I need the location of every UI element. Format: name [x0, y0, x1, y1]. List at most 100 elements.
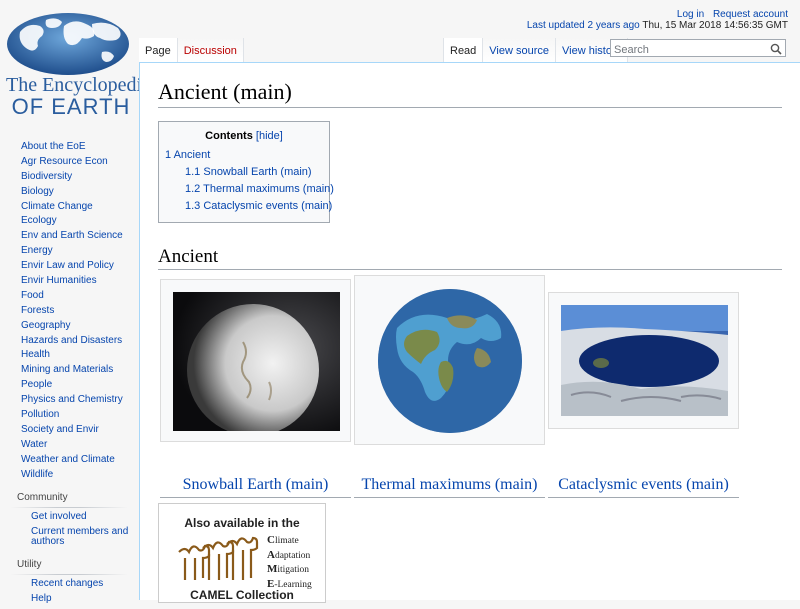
sidebar-link[interactable]: Env and Earth Science	[21, 230, 123, 241]
acronym-line: Adaptation	[267, 549, 312, 564]
sidebar-link[interactable]: Ecology	[21, 215, 57, 226]
sidebar-item[interactable]: Energy	[21, 244, 138, 259]
sidebar-item[interactable]: Weather and Climate	[21, 453, 138, 468]
cataclysmic-events-image[interactable]	[561, 305, 728, 416]
request-account-link[interactable]: Request account	[713, 9, 788, 20]
camel-banner-title: Also available in the	[184, 516, 300, 530]
sidebar-link[interactable]: Physics and Chemistry	[21, 394, 123, 405]
snowball-earth-image[interactable]	[173, 292, 340, 431]
toc-label: Cataclysmic events (main)	[203, 200, 333, 212]
toc-toggle[interactable]: [hide]	[256, 130, 283, 142]
login-link[interactable]: Log in	[677, 9, 704, 20]
sidebar-item[interactable]: Water	[21, 438, 138, 453]
toc-item[interactable]: 1.1 Snowball Earth (main)	[185, 166, 312, 178]
toc-item[interactable]: 1.3 Cataclysmic events (main)	[185, 200, 332, 212]
acronym-initial: M	[267, 563, 278, 575]
sidebar-link[interactable]: Wildlife	[21, 469, 53, 480]
tab-page[interactable]: Page	[139, 38, 178, 62]
acronym-line: Mitigation	[267, 563, 312, 578]
sidebar-item[interactable]: Ecology	[21, 214, 138, 229]
sidebar-link[interactable]: Envir Humanities	[21, 275, 97, 286]
sidebar-link[interactable]: Mining and Materials	[21, 364, 113, 375]
sidebar-item[interactable]: Forests	[21, 304, 138, 319]
toc-header: Contents [hide]	[159, 130, 329, 142]
utility-divider	[10, 574, 128, 576]
utility-item[interactable]: Recent changes	[31, 579, 138, 589]
sidebar-item[interactable]: Health	[21, 348, 138, 363]
camel-icon	[178, 536, 259, 580]
sidebar-item[interactable]: Biodiversity	[21, 170, 138, 185]
last-updated-link[interactable]: Last updated 2 years ago	[527, 20, 640, 31]
help-link[interactable]: Help	[31, 593, 52, 604]
page-title: Ancient (main)	[158, 79, 782, 108]
sidebar-item[interactable]: Envir Law and Policy	[21, 259, 138, 274]
sidebar-item[interactable]: Hazards and Disasters	[21, 334, 138, 349]
sidebar-item[interactable]: Biology	[21, 185, 138, 200]
gallery-item-thermal	[354, 275, 545, 445]
tab-view-source[interactable]: View source	[483, 38, 557, 62]
sidebar-link[interactable]: Energy	[21, 245, 53, 256]
toc-number: 1.3	[185, 200, 201, 212]
search-input[interactable]	[611, 42, 764, 58]
tab-read[interactable]: Read	[443, 38, 484, 62]
tab-discussion[interactable]: Discussion	[177, 38, 244, 62]
current-members-link[interactable]: Current members and authors	[31, 526, 128, 547]
sidebar-link[interactable]: About the EoE	[21, 141, 86, 152]
last-updated-timestamp: Thu, 15 Mar 2018 14:56:35 GMT	[642, 20, 788, 31]
recent-changes-link[interactable]: Recent changes	[31, 578, 103, 589]
sidebar-item[interactable]: Climate Change	[21, 200, 138, 215]
sidebar-link[interactable]: Hazards and Disasters	[21, 335, 122, 346]
sidebar-item[interactable]: Physics and Chemistry	[21, 393, 138, 408]
site-logo[interactable]: The Encyclopedia OF EARTH	[6, 12, 151, 119]
sidebar-link[interactable]: Biodiversity	[21, 171, 72, 182]
sidebar-link[interactable]: Food	[21, 290, 44, 301]
thermal-maximums-image[interactable]	[377, 288, 523, 434]
toc-label: Snowball Earth (main)	[203, 166, 312, 178]
acronym-line: Climate	[267, 534, 312, 549]
sidebar-item[interactable]: Pollution	[21, 408, 138, 423]
utility-heading: Utility	[17, 559, 42, 571]
get-involved-link[interactable]: Get involved	[31, 511, 87, 522]
namespace-tabs: Page Discussion	[139, 38, 244, 62]
toc-item[interactable]: 1 Ancient	[165, 149, 210, 161]
sidebar-link[interactable]: Geography	[21, 320, 70, 331]
sidebar-link[interactable]: People	[21, 379, 52, 390]
sidebar-item[interactable]: People	[21, 378, 138, 393]
sidebar-link[interactable]: Biology	[21, 186, 54, 197]
sidebar-item[interactable]: Env and Earth Science	[21, 229, 138, 244]
sidebar-item[interactable]: About the EoE	[21, 140, 138, 155]
sidebar-item[interactable]: Society and Envir	[21, 423, 138, 438]
sidebar-item[interactable]: Wildlife	[21, 468, 138, 483]
sidebar-link[interactable]: Weather and Climate	[21, 454, 115, 465]
sidebar-link[interactable]: Climate Change	[21, 201, 93, 212]
gallery-item-cataclysmic	[548, 292, 739, 429]
caption-thermal-maximums[interactable]: Thermal maximums (main)	[354, 475, 545, 498]
view-tabs: Read View source View history	[443, 38, 629, 62]
sidebar-link[interactable]: Society and Envir	[21, 424, 99, 435]
sidebar-link[interactable]: Forests	[21, 305, 54, 316]
community-item[interactable]: Current members and authors	[31, 527, 138, 547]
sidebar-item[interactable]: Mining and Materials	[21, 363, 138, 378]
sidebar-item[interactable]: Geography	[21, 319, 138, 334]
sidebar-item[interactable]: Agr Resource Econ	[21, 155, 138, 170]
utility-item[interactable]: Help	[31, 594, 138, 604]
section-heading-ancient: Ancient	[158, 246, 782, 270]
sidebar-link[interactable]: Agr Resource Econ	[21, 156, 108, 167]
camel-acronym: Climate Adaptation Mitigation E-Learning	[267, 534, 312, 592]
sidebar-item[interactable]: Envir Humanities	[21, 274, 138, 289]
acronym-rest: itigation	[277, 565, 310, 575]
sidebar-item[interactable]: Food	[21, 289, 138, 304]
search-icon[interactable]	[770, 42, 782, 60]
camel-collection-banner[interactable]: Also available in the Climate Adaptation…	[158, 503, 326, 603]
caption-snowball-earth[interactable]: Snowball Earth (main)	[160, 475, 351, 498]
caption-cataclysmic-events[interactable]: Cataclysmic events (main)	[548, 475, 739, 498]
sidebar-link[interactable]: Health	[21, 349, 50, 360]
sidebar-link[interactable]: Envir Law and Policy	[21, 260, 114, 271]
acronym-rest: limate	[274, 536, 299, 546]
sidebar-link[interactable]: Pollution	[21, 409, 59, 420]
toc-item[interactable]: 1.2 Thermal maximums (main)	[185, 183, 334, 195]
sidebar-link[interactable]: Water	[21, 439, 47, 450]
sidebar-nav-list: About the EoE Agr Resource Econ Biodiver…	[0, 140, 138, 482]
toc-label: Thermal maximums (main)	[203, 183, 334, 195]
community-item[interactable]: Get involved	[31, 512, 138, 522]
